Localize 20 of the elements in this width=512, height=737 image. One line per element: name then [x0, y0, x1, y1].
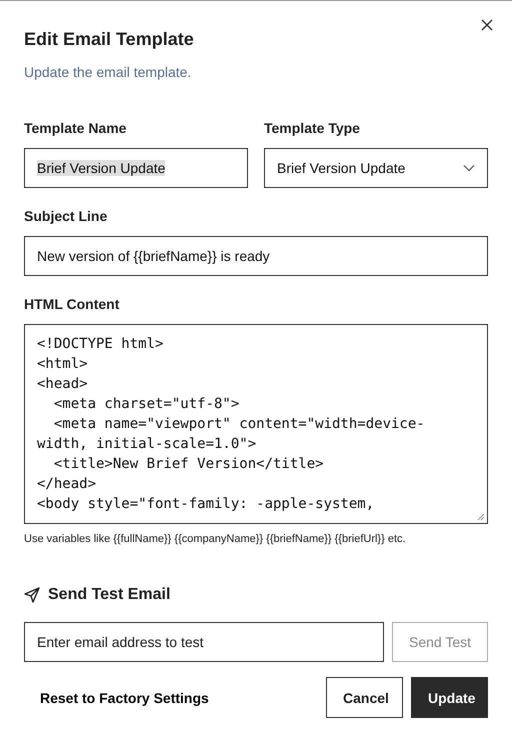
field-label: Subject Line [24, 208, 108, 224]
variables-hint: Use variables like {{fullName}} {{companyName}} {{briefName}} {{briefUrl}} etc. [24, 533, 406, 546]
template-type-select[interactable]: Brief Version Update [264, 148, 488, 188]
code-editor[interactable]: <!DOCTYPE html> <html> <head> <meta charset="utf-8"> <meta name="viewport" content="width=device-width, initial-scale=1.0"> <title>New Brief Version</title> </head> <body style="font-family: -apple-system, [24, 324, 488, 524]
section-heading: Send Test Email [48, 585, 170, 605]
update-button[interactable]: Update [411, 677, 488, 718]
resize-handle-icon[interactable] [477, 513, 485, 521]
field-label: Template Type [264, 120, 361, 136]
field-label: HTML Content [24, 296, 120, 312]
dialog-title: Edit Email Template [24, 28, 194, 50]
reset-button[interactable]: Reset to Factory Settings [24, 678, 225, 718]
field-label: Template Name [24, 120, 128, 136]
template-name-field[interactable]: Brief Version Update [24, 148, 248, 188]
subject-field[interactable]: New version of {{briefName}} is ready [24, 236, 488, 276]
cancel-button[interactable]: Cancel [326, 677, 403, 718]
dialog-description: Update the email template. [24, 64, 192, 80]
send-icon [24, 587, 40, 603]
close-icon[interactable] [481, 19, 493, 31]
email-field[interactable]: Enter email address to test [24, 622, 384, 662]
chevron-down-icon [463, 164, 475, 172]
